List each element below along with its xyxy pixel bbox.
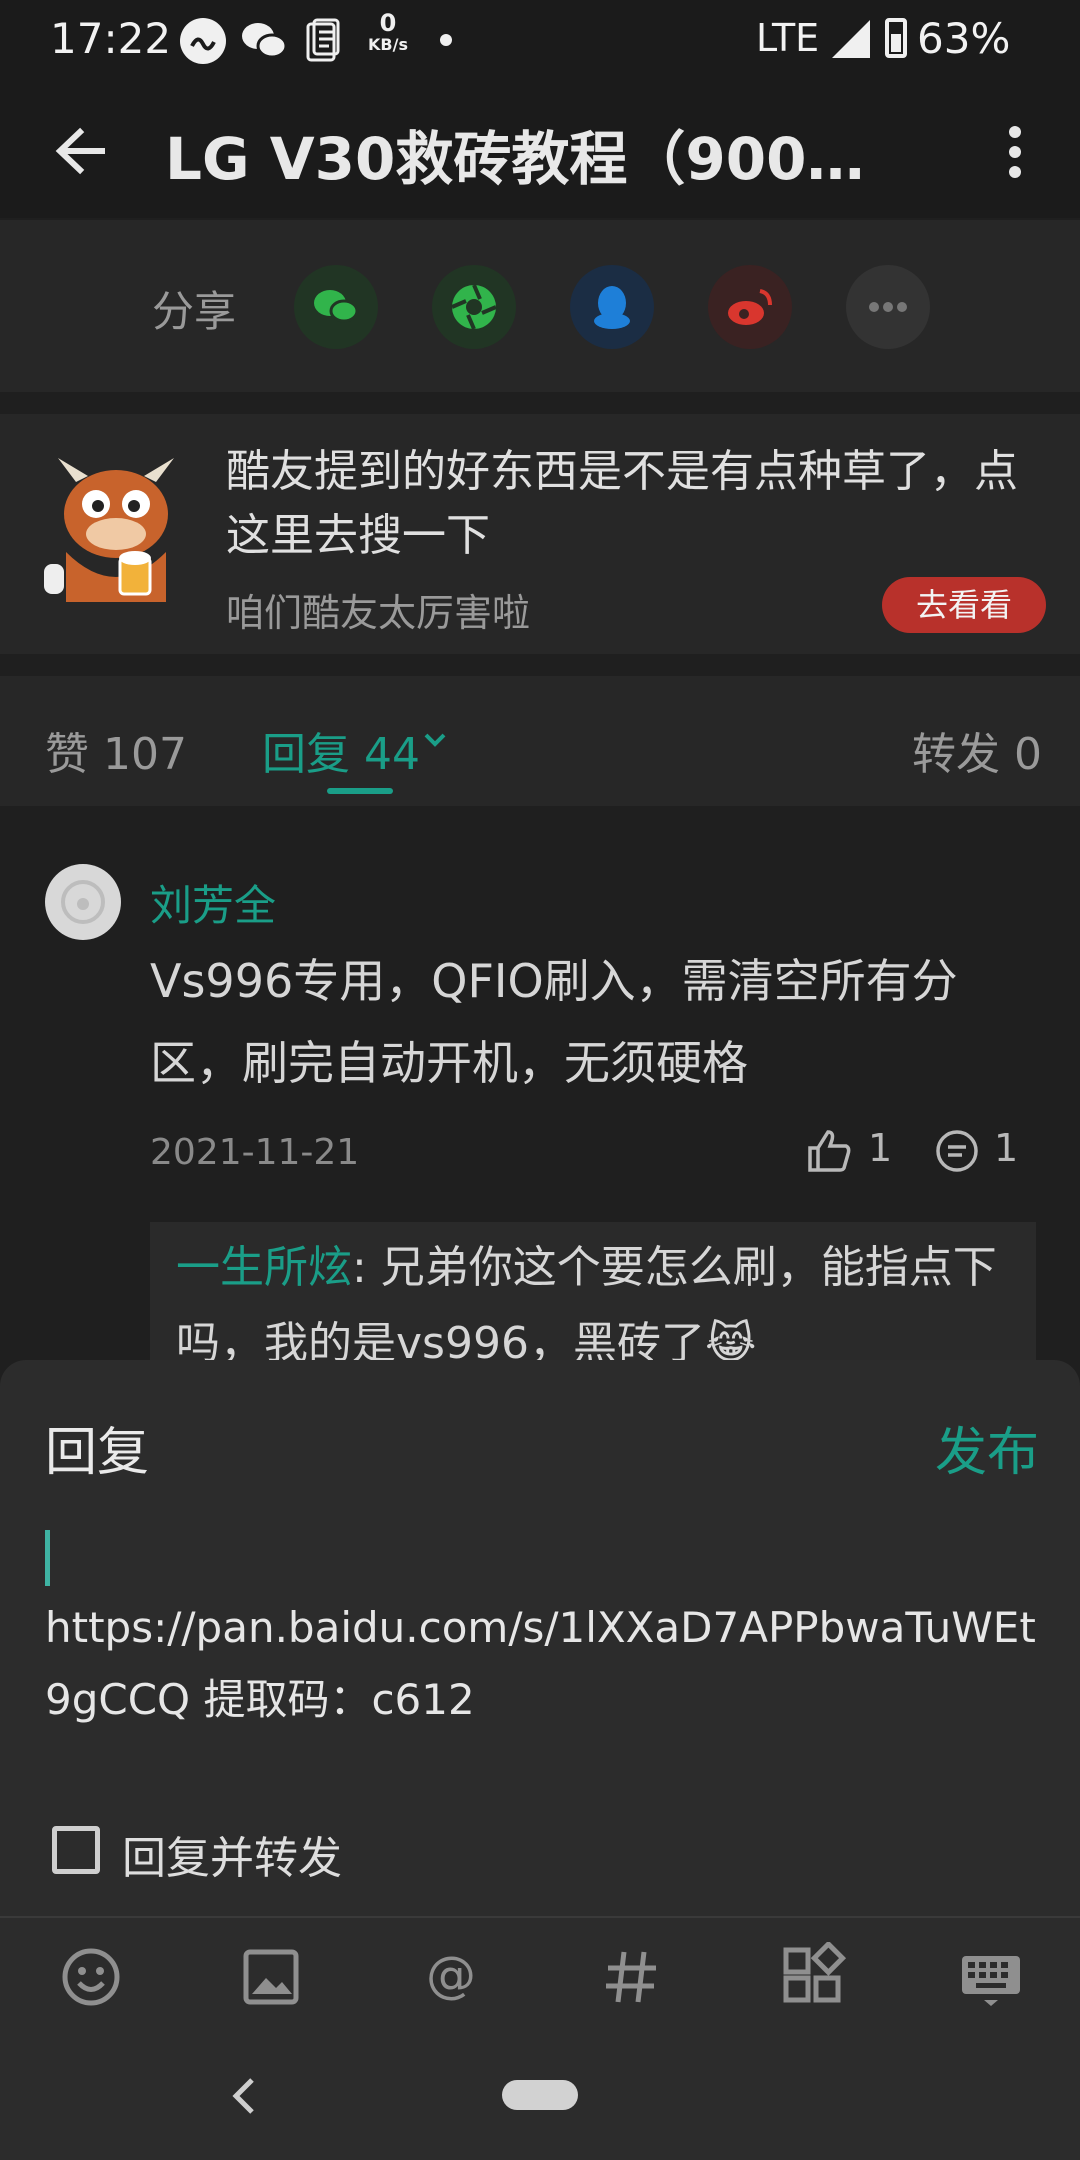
emoji-icon[interactable] xyxy=(56,1942,126,2012)
image-icon[interactable] xyxy=(236,1942,306,2012)
reply-forward-checkbox[interactable] xyxy=(52,1826,100,1874)
tab-like[interactable]: 赞 107 xyxy=(45,718,187,782)
comment-bubble-icon[interactable] xyxy=(934,1128,980,1174)
nav-back-chevron-icon[interactable] xyxy=(222,2070,262,2122)
wechat-share-icon[interactable] xyxy=(294,265,378,349)
wechat-notification-icon xyxy=(240,20,288,62)
weibo-share-icon[interactable] xyxy=(708,265,792,349)
tab-indicator xyxy=(327,788,393,794)
more-vert-icon[interactable] xyxy=(995,120,1035,184)
nav-home-pill[interactable] xyxy=(502,2080,578,2110)
qq-share-icon[interactable] xyxy=(570,265,654,349)
apps-grid-icon[interactable] xyxy=(776,1942,846,2012)
back-arrow-icon[interactable] xyxy=(46,116,116,186)
document-notification-icon xyxy=(304,18,342,64)
compose-toolbar xyxy=(0,1916,1080,2038)
thumbs-up-icon[interactable] xyxy=(806,1128,852,1174)
reply-input[interactable]: https://pan.baidu.com/s/1lXXaD7APPbwaTuW… xyxy=(45,1592,1045,1736)
notification-dot xyxy=(440,34,452,46)
tab-reply[interactable]: 回复 44 xyxy=(262,718,420,782)
comment-reply-count: 1 xyxy=(994,1126,1019,1170)
hashtag-icon[interactable] xyxy=(596,1942,666,2012)
app-notification-icon xyxy=(180,18,226,64)
promo-text: 酷友提到的好东西是不是有点种草了，点这里去搜一下 xyxy=(226,446,1018,561)
sub-reply-author[interactable]: 一生所炫 xyxy=(176,1242,352,1293)
cow-mascot-icon xyxy=(36,452,196,612)
comment-like-count: 1 xyxy=(868,1126,893,1170)
battery-icon xyxy=(885,18,907,58)
battery-percent: 63% xyxy=(917,14,1011,63)
promo-subtext: 咱们酷友太厉害啦 xyxy=(226,591,531,635)
network-type: LTE xyxy=(756,16,820,60)
reply-sheet-title: 回复 xyxy=(45,1423,150,1483)
moments-share-icon[interactable] xyxy=(432,265,516,349)
comment-text: Vs996专用，QFIO刷入，需清空所有分区，刷完自动开机，无须硬格 xyxy=(150,954,958,1090)
svg-text:@: @ xyxy=(426,1946,476,2004)
reply-forward-label[interactable]: 回复并转发 xyxy=(122,1822,342,1886)
publish-button[interactable]: 发布 xyxy=(935,1410,1039,1485)
promo-go-button[interactable]: 去看看 xyxy=(882,577,1046,633)
keyboard-icon[interactable] xyxy=(956,1942,1026,2012)
tab-forward[interactable]: 转发 0 xyxy=(912,718,1042,782)
signal-icon xyxy=(830,18,872,60)
net-speed-indicator: 0 KB/s xyxy=(368,9,408,54)
status-time: 17:22 xyxy=(50,14,172,63)
text-cursor xyxy=(45,1530,50,1586)
avatar[interactable] xyxy=(45,864,121,940)
mention-icon[interactable]: @ xyxy=(416,1942,486,2012)
share-label: 分享 xyxy=(152,287,237,336)
page-title: LG V30救砖教程（9008... xyxy=(165,125,895,193)
comment-author[interactable]: 刘芳全 xyxy=(150,872,276,933)
more-share-icon[interactable] xyxy=(846,265,930,349)
chevron-down-icon[interactable] xyxy=(422,730,448,750)
comment-date: 2021-11-21 xyxy=(150,1132,360,1173)
